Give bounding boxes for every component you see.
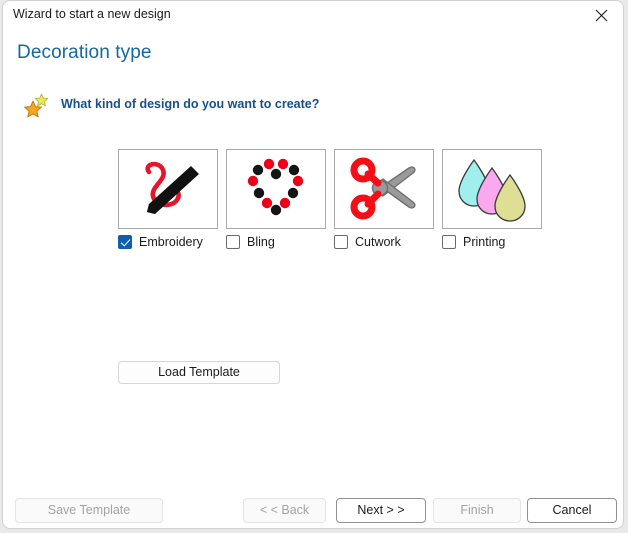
option-printing: Printing	[442, 149, 542, 249]
window-title: Wizard to start a new design	[13, 7, 171, 21]
checkbox-bling[interactable]	[226, 235, 240, 249]
back-button[interactable]: < < Back	[243, 498, 326, 523]
checkbox-printing[interactable]	[442, 235, 456, 249]
close-icon[interactable]	[579, 1, 623, 29]
embroidery-needle-thread-icon[interactable]	[118, 149, 218, 229]
bling-heart-dots-icon[interactable]	[226, 149, 326, 229]
option-embroidery: Embroidery	[118, 149, 218, 249]
checkbox-cutwork[interactable]	[334, 235, 348, 249]
dialog-footer: Save Template < < Back Next > > Finish C…	[3, 498, 623, 526]
checkbox-row-cutwork[interactable]: Cutwork	[334, 235, 434, 249]
finish-button[interactable]: Finish	[433, 498, 521, 523]
wizard-dialog: Wizard to start a new design Decoration …	[2, 0, 624, 529]
page-title: Decoration type	[17, 42, 152, 63]
checkbox-label-bling: Bling	[247, 235, 275, 249]
cutwork-scissors-icon[interactable]	[334, 149, 434, 229]
checkbox-row-printing[interactable]: Printing	[442, 235, 542, 249]
checkbox-row-embroidery[interactable]: Embroidery	[118, 235, 218, 249]
star-icon	[23, 93, 51, 119]
load-template-button[interactable]: Load Template	[118, 361, 280, 384]
title-bar: Wizard to start a new design	[3, 1, 623, 29]
checkbox-label-embroidery: Embroidery	[139, 235, 203, 249]
save-template-button[interactable]: Save Template	[15, 498, 163, 523]
checkbox-label-printing: Printing	[463, 235, 506, 249]
question-label: What kind of design do you want to creat…	[61, 97, 320, 111]
printing-ink-drops-icon[interactable]	[442, 149, 542, 229]
option-bling: Bling	[226, 149, 326, 249]
checkbox-row-bling[interactable]: Bling	[226, 235, 326, 249]
cancel-button[interactable]: Cancel	[527, 498, 617, 523]
checkbox-embroidery[interactable]	[118, 235, 132, 249]
next-button[interactable]: Next > >	[336, 498, 426, 523]
checkbox-label-cutwork: Cutwork	[355, 235, 401, 249]
decoration-type-options: Embroidery Bling Cutwork Printing	[118, 149, 558, 254]
option-cutwork: Cutwork	[334, 149, 434, 249]
